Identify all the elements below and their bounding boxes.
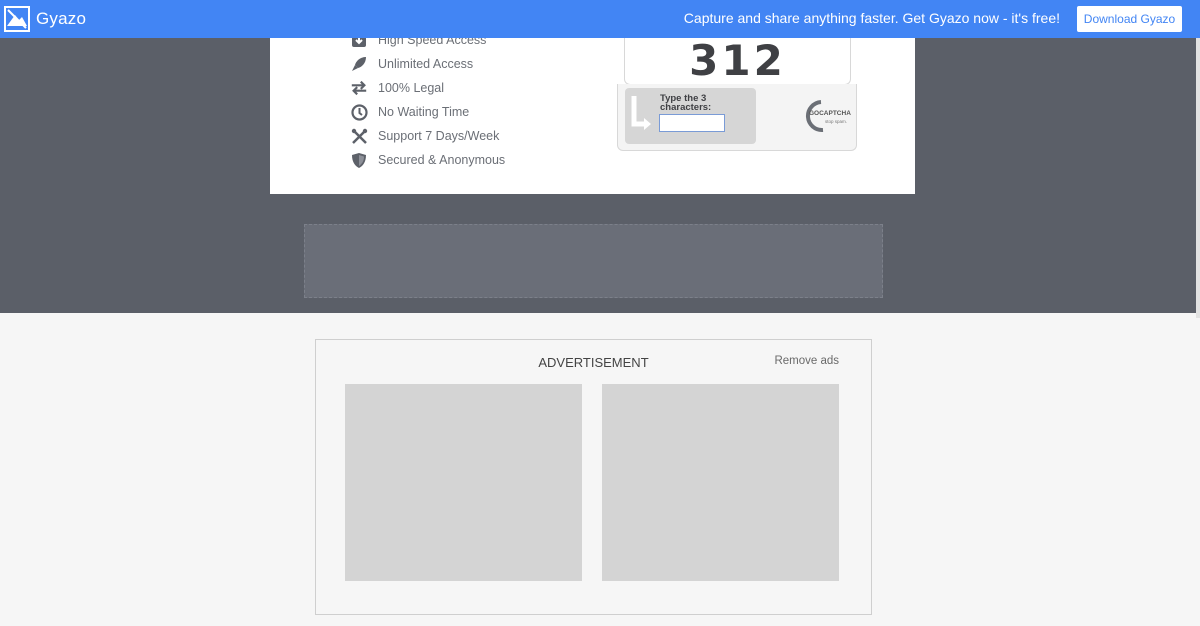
advertisement-box: ADVERTISEMENT Remove ads [315,339,872,615]
clock-icon [350,103,368,121]
dark-ad-slot [304,224,883,298]
captcha-form: Type the 3 characters: GOCAPTCHA stop sp… [617,84,857,151]
banner-tagline: Capture and share anything faster. Get G… [683,10,1060,26]
captcha-input[interactable] [659,114,725,132]
feature-label: Secured & Anonymous [378,153,506,167]
download-card: High Speed Access Unlimited Access 100% … [270,28,915,194]
gocaptcha-brand: GOCAPTCHA [809,110,851,117]
captcha-digits: 312 [689,36,786,85]
scrollbar[interactable] [1196,38,1200,318]
content-band: High Speed Access Unlimited Access 100% … [0,28,1200,313]
swap-arrows-icon [350,79,368,97]
remove-ads-link[interactable]: Remove ads [774,355,839,367]
tools-icon [350,127,368,145]
feature-label: No Waiting Time [378,105,470,119]
captcha-prompt: Type the 3 characters: [660,93,712,113]
gyazo-logo-icon [4,6,30,32]
feature-list: High Speed Access Unlimited Access 100% … [350,28,505,172]
captcha-widget: 312 Type the 3 characters: GOCAPTCHA sto… [617,28,857,161]
feature-label: 100% Legal [378,81,445,95]
enter-arrow-icon [631,96,651,130]
ad-slot-right[interactable] [602,384,839,581]
shield-icon [350,151,368,169]
brand-name: Gyazo [36,9,87,28]
gocaptcha-logo: GOCAPTCHA stop spam. [801,98,851,139]
feature-item: Unlimited Access [350,52,505,76]
download-gyazo-button[interactable]: Download Gyazo [1077,6,1182,32]
feature-item: Secured & Anonymous [350,148,505,172]
gyazo-logo[interactable]: Gyazo [4,6,86,32]
ad-slot-left[interactable] [345,384,582,581]
feature-item: 100% Legal [350,76,505,100]
feature-label: Unlimited Access [378,57,474,71]
gyazo-banner: Gyazo Capture and share anything faster.… [0,0,1200,38]
gocaptcha-tagline: stop spam. [825,119,848,124]
feature-label: Support 7 Days/Week [378,129,500,143]
rocket-icon [350,55,368,73]
captcha-input-panel: Type the 3 characters: [625,88,756,144]
feature-item: No Waiting Time [350,100,505,124]
feature-item: Support 7 Days/Week [350,124,505,148]
